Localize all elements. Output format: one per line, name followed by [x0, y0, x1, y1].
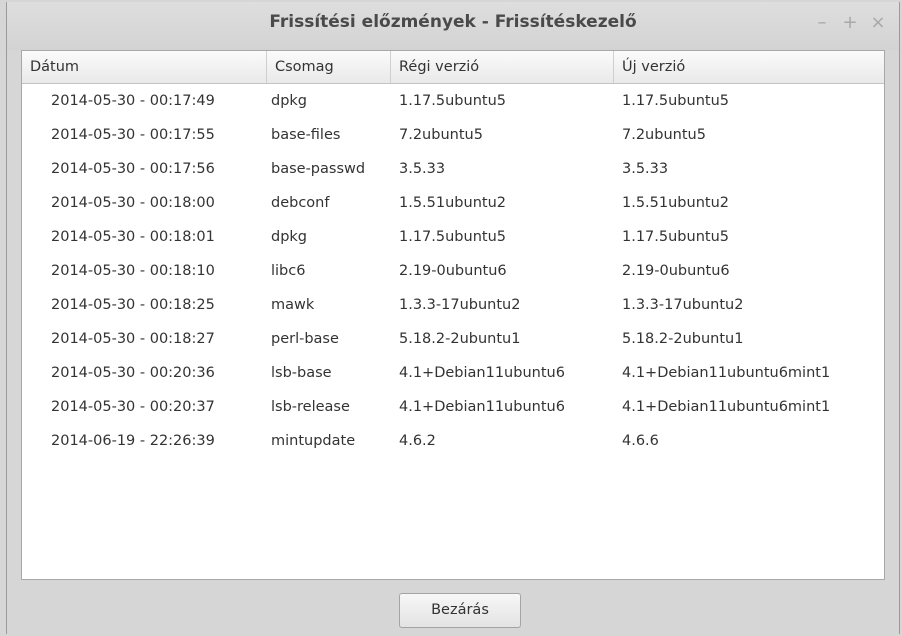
table-row[interactable]: 2014-05-30 - 00:20:36 lsb-base 4.1+Debian1…	[22, 356, 884, 390]
cell-old-version: 4.1+Debian11ubuntu6	[399, 399, 565, 415]
cell-new-version: 1.5.51ubuntu2	[622, 195, 729, 211]
cell-date: 2014-05-30 - 00:18:00	[51, 195, 215, 211]
cell-date: 2014-05-30 - 00:18:01	[51, 229, 215, 245]
cell-package: dpkg	[271, 229, 308, 245]
cell-date: 2014-06-19 - 22:26:39	[51, 433, 215, 449]
table-row[interactable]: 2014-05-30 - 00:18:27 perl-base 5.18.2-2ub…	[22, 322, 884, 356]
update-history-window: Frissítési előzmények - Frissítéskezelő …	[6, 2, 900, 634]
table-row[interactable]: 2014-05-30 - 00:17:56 base-passwd 3.5.33 3.…	[22, 152, 884, 186]
table-row[interactable]: 2014-05-30 - 00:18:10 libc6 2.19-0ubuntu6 2…	[22, 254, 884, 288]
cell-package: lsb-release	[271, 399, 350, 415]
cell-new-version: 1.3.3-17ubuntu2	[622, 297, 744, 313]
cell-new-version: 5.18.2-2ubuntu1	[622, 331, 744, 347]
cell-date: 2014-05-30 - 00:17:55	[51, 127, 215, 143]
column-header-date[interactable]: Dátum	[22, 51, 267, 83]
cell-package: base-passwd	[271, 161, 366, 177]
cell-old-version: 1.17.5ubuntu5	[399, 229, 506, 245]
cell-old-version: 3.5.33	[399, 161, 446, 177]
cell-package: perl-base	[271, 331, 339, 347]
cell-old-version: 1.5.51ubuntu2	[399, 195, 506, 211]
cell-new-version: 7.2ubuntu5	[622, 127, 706, 143]
close-icon[interactable]: ×	[868, 13, 888, 33]
cell-package: mintupdate	[271, 433, 356, 449]
cell-package: dpkg	[271, 93, 308, 109]
history-table: Dátum Csomag Régi verzió Új verzió 2014-…	[21, 50, 885, 580]
cell-old-version: 1.3.3-17ubuntu2	[399, 297, 521, 313]
cell-date: 2014-05-30 - 00:18:27	[51, 331, 215, 347]
maximize-icon[interactable]: +	[840, 13, 860, 33]
table-row[interactable]: 2014-05-30 - 00:17:49 dpkg 1.17.5ubuntu5 1.…	[22, 84, 884, 118]
cell-date: 2014-05-30 - 00:17:56	[51, 161, 215, 177]
cell-package: libc6	[271, 263, 306, 279]
cell-date: 2014-05-30 - 00:18:25	[51, 297, 215, 313]
minimize-icon[interactable]: –	[812, 13, 832, 33]
cell-new-version: 1.17.5ubuntu5	[622, 229, 729, 245]
table-row[interactable]: 2014-05-30 - 00:20:37 lsb-release 4.1+Debi…	[22, 390, 884, 424]
cell-new-version: 4.6.6	[622, 433, 659, 449]
cell-package: base-files	[271, 127, 341, 143]
table-row[interactable]: 2014-05-30 - 00:17:55 base-files 7.2ubuntu…	[22, 118, 884, 152]
cell-old-version: 2.19-0ubuntu6	[399, 263, 507, 279]
cell-package: debconf	[271, 195, 330, 211]
cell-new-version: 2.19-0ubuntu6	[622, 263, 730, 279]
cell-old-version: 5.18.2-2ubuntu1	[399, 331, 521, 347]
cell-date: 2014-05-30 - 00:18:10	[51, 263, 215, 279]
cell-old-version: 1.17.5ubuntu5	[399, 93, 506, 109]
cell-package: mawk	[271, 297, 315, 313]
cell-new-version: 4.1+Debian11ubuntu6mint1	[622, 399, 831, 415]
table-row[interactable]: 2014-05-30 - 00:18:25 mawk 1.3.3-17ubuntu2…	[22, 288, 884, 322]
cell-date: 2014-05-30 - 00:17:49	[51, 93, 215, 109]
column-header-old-version[interactable]: Régi verzió	[391, 51, 614, 83]
cell-new-version: 4.1+Debian11ubuntu6mint1	[622, 365, 831, 381]
title-bar[interactable]: Frissítési előzmények - Frissítéskezelő …	[7, 2, 899, 50]
cell-new-version: 1.17.5ubuntu5	[622, 93, 729, 109]
column-header-package[interactable]: Csomag	[267, 51, 391, 83]
column-header-new-version[interactable]: Új verzió	[614, 51, 884, 83]
cell-date: 2014-05-30 - 00:20:37	[51, 399, 215, 415]
cell-old-version: 4.1+Debian11ubuntu6	[399, 365, 565, 381]
table-body: 2014-05-30 - 00:17:49 dpkg 1.17.5ubuntu5 1.…	[22, 84, 884, 458]
table-row[interactable]: 2014-05-30 - 00:18:00 debconf 1.5.51ubuntu…	[22, 186, 884, 220]
window-title: Frissítési előzmények - Frissítéskezelő	[269, 12, 637, 32]
cell-old-version: 7.2ubuntu5	[399, 127, 483, 143]
cell-date: 2014-05-30 - 00:20:36	[51, 365, 215, 381]
table-row[interactable]: 2014-06-19 - 22:26:39 mintupdate 4.6.2 4.6.…	[22, 424, 884, 458]
close-button[interactable]: Bezárás	[399, 593, 521, 628]
cell-new-version: 3.5.33	[622, 161, 669, 177]
cell-old-version: 4.6.2	[399, 433, 436, 449]
table-row[interactable]: 2014-05-30 - 00:18:01 dpkg 1.17.5ubuntu5 1.…	[22, 220, 884, 254]
table-header: Dátum Csomag Régi verzió Új verzió	[22, 51, 884, 84]
cell-package: lsb-base	[271, 365, 332, 381]
